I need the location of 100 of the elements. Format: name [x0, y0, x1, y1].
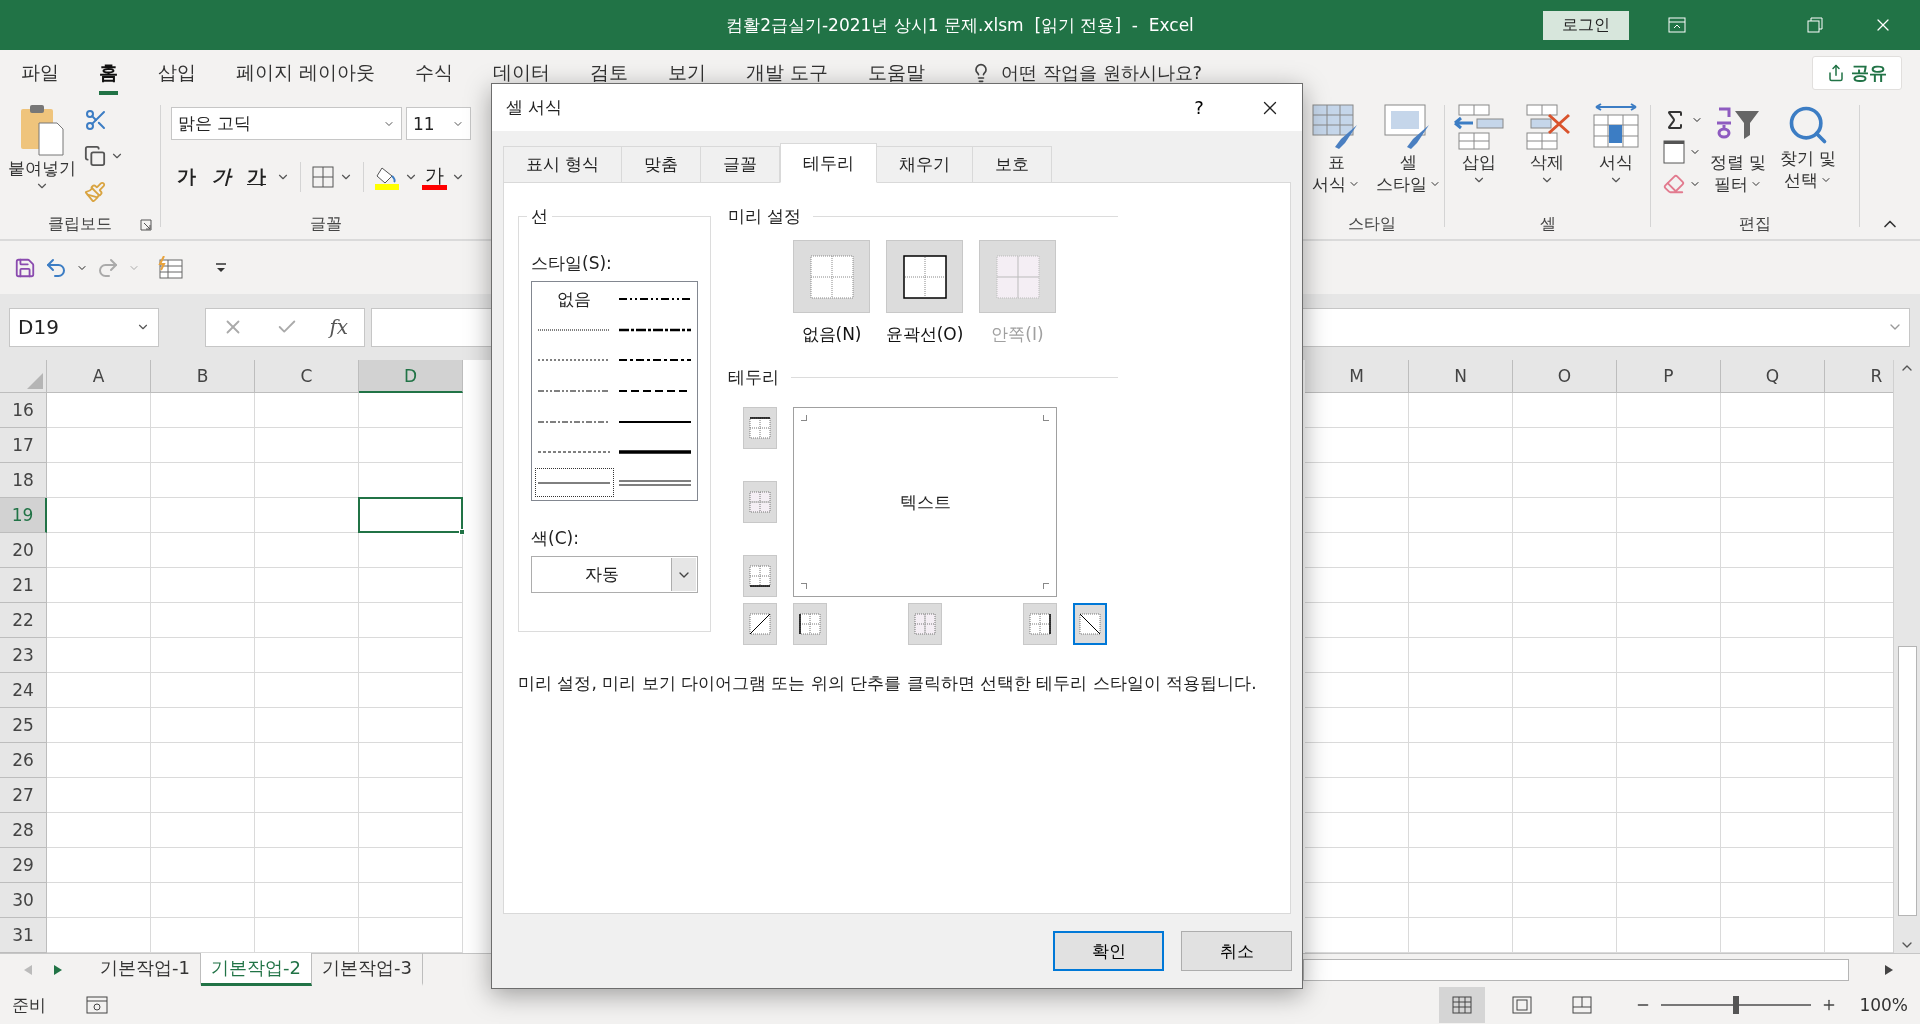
- next-sheet-icon[interactable]: [54, 965, 62, 975]
- cancel-button[interactable]: 취소: [1181, 931, 1292, 971]
- column-header[interactable]: R: [1825, 360, 1893, 393]
- save-icon[interactable]: [14, 256, 36, 279]
- row-header[interactable]: 21: [0, 568, 47, 603]
- paste-button[interactable]: 붙여넣기: [0, 103, 84, 193]
- insert-function-button[interactable]: fx: [329, 315, 349, 339]
- cell-grid[interactable]: [47, 393, 463, 953]
- border-button[interactable]: [793, 603, 827, 645]
- cell-styles-button[interactable]: 셀 스타일: [1372, 103, 1444, 195]
- sheet-tab[interactable]: 기본작업-2: [200, 953, 312, 986]
- cells-button[interactable]: 삽입: [1449, 103, 1510, 187]
- dialog-tab[interactable]: 글꼴: [701, 146, 781, 182]
- bold-button[interactable]: 가: [171, 164, 202, 190]
- underline-button[interactable]: 가: [241, 164, 272, 190]
- row-header[interactable]: 16: [0, 393, 47, 428]
- row-header[interactable]: 27: [0, 778, 47, 813]
- find-select-button[interactable]: 찾기 및 선택: [1773, 103, 1843, 191]
- line-style-list[interactable]: 없음: [531, 281, 698, 501]
- cells-button[interactable]: 서식: [1585, 103, 1646, 187]
- solid-line-icon: [618, 449, 691, 456]
- tell-me-field[interactable]: 어떤 작업을 원하시나요?: [1001, 60, 1203, 85]
- dialog-tab[interactable]: 표시 형식: [503, 146, 623, 182]
- no-border-icon: [809, 254, 854, 299]
- color-dropdown[interactable]: 자동: [531, 556, 698, 593]
- scroll-right-icon[interactable]: [1885, 965, 1893, 975]
- column-header[interactable]: P: [1617, 360, 1721, 393]
- dialog-tab[interactable]: 채우기: [877, 146, 974, 182]
- ribbon-tab[interactable]: 파일: [21, 50, 59, 95]
- row-header[interactable]: 30: [0, 883, 47, 918]
- row-header[interactable]: 20: [0, 533, 47, 568]
- scroll-thumb[interactable]: [1897, 646, 1917, 916]
- dialog-launcher-icon[interactable]: [140, 219, 152, 231]
- row-header[interactable]: 19: [0, 498, 47, 533]
- fill-down-icon: [1663, 140, 1685, 164]
- row-header[interactable]: 22: [0, 603, 47, 638]
- row-header[interactable]: 29: [0, 848, 47, 883]
- preset-button[interactable]: [886, 240, 963, 313]
- border-button[interactable]: [743, 555, 777, 597]
- row-header[interactable]: 24: [0, 673, 47, 708]
- name-box[interactable]: D19: [9, 307, 159, 347]
- border-preview[interactable]: 텍스트: [793, 407, 1057, 597]
- cell-grid[interactable]: [1305, 393, 1893, 953]
- help-button[interactable]: ?: [1179, 87, 1219, 128]
- font-color-button[interactable]: 가: [422, 164, 447, 190]
- row-header[interactable]: 18: [0, 463, 47, 498]
- ribbon-tab[interactable]: 페이지 레이아웃: [236, 50, 376, 95]
- ribbon-tab[interactable]: 수식: [415, 50, 454, 95]
- fill-handle[interactable]: [459, 529, 465, 535]
- form-icon[interactable]: [158, 255, 184, 280]
- dialog-tab[interactable]: 보호: [973, 146, 1053, 182]
- eraser-icon: [1663, 173, 1685, 195]
- row-header[interactable]: 23: [0, 638, 47, 673]
- selected-cell[interactable]: [358, 497, 463, 533]
- border-icon: [748, 564, 772, 588]
- scroll-thumb[interactable]: [1303, 959, 1849, 981]
- row-header[interactable]: 26: [0, 743, 47, 778]
- macro-record-icon[interactable]: [86, 995, 108, 1015]
- ribbon-tab[interactable]: 홈: [99, 50, 118, 95]
- login-button[interactable]: 로그인: [1543, 10, 1629, 40]
- zoom-level[interactable]: 100%: [1859, 995, 1908, 1015]
- border-icon: [748, 416, 772, 440]
- dialog-tab[interactable]: 맞춤: [622, 146, 702, 182]
- column-header[interactable]: M: [1305, 360, 1409, 393]
- row-header[interactable]: 31: [0, 918, 47, 953]
- italic-button[interactable]: 가: [206, 164, 237, 190]
- font-name-field[interactable]: 맑은 고딕: [171, 107, 402, 140]
- row-header[interactable]: 25: [0, 708, 47, 743]
- inside-border-icon: [995, 254, 1040, 299]
- column-header[interactable]: B: [151, 360, 255, 393]
- table-format-button[interactable]: 표 서식: [1300, 103, 1372, 195]
- ok-button[interactable]: 확인: [1053, 931, 1164, 971]
- cells-button[interactable]: 삭제: [1517, 103, 1578, 187]
- dashed-line-icon: [618, 326, 691, 333]
- customize-icon[interactable]: [214, 260, 228, 275]
- group-label: 셀: [1539, 213, 1556, 235]
- line-style-option[interactable]: [534, 467, 615, 498]
- row-header[interactable]: 28: [0, 813, 47, 848]
- column-header[interactable]: Q: [1721, 360, 1825, 393]
- column-header[interactable]: O: [1513, 360, 1617, 393]
- dialog-tab[interactable]: 테두리: [780, 143, 878, 183]
- ribbon-tab[interactable]: 삽입: [158, 50, 196, 95]
- borders-icon[interactable]: [311, 165, 335, 189]
- border-icon: [748, 490, 772, 514]
- column-header[interactable]: D: [359, 360, 463, 393]
- double-line-icon: [618, 478, 691, 487]
- zoom-thumb[interactable]: [1733, 996, 1740, 1014]
- sort-filter-button[interactable]: 정렬 및 필터: [1703, 103, 1773, 195]
- border-button[interactable]: [1023, 603, 1057, 645]
- group-label: 편집: [1739, 213, 1771, 235]
- font-size-field[interactable]: 11: [406, 107, 471, 140]
- row-header[interactable]: 17: [0, 428, 47, 463]
- view-button[interactable]: [1439, 987, 1486, 1023]
- line-style-option[interactable]: 없음: [534, 284, 615, 315]
- border-button[interactable]: [743, 407, 777, 449]
- share-button[interactable]: 공유: [1812, 55, 1902, 90]
- column-header[interactable]: N: [1409, 360, 1513, 393]
- column-header[interactable]: C: [255, 360, 359, 393]
- ribbon-display-icon: [1668, 17, 1686, 33]
- column-header[interactable]: A: [47, 360, 151, 393]
